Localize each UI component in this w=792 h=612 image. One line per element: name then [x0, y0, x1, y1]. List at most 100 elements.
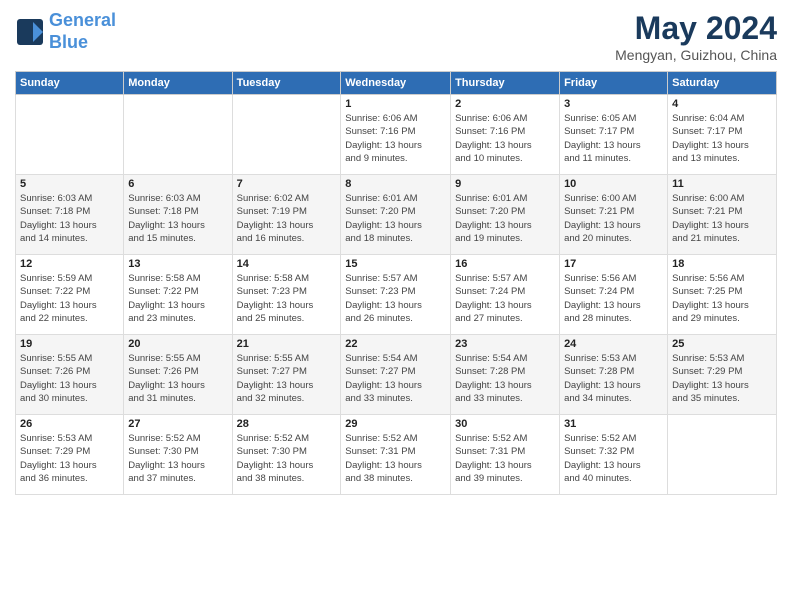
day-number: 9 [455, 178, 555, 190]
calendar-cell: 14 Sunrise: 5:58 AMSunset: 7:23 PMDayligh… [232, 255, 341, 335]
day-info: Sunrise: 5:53 AMSunset: 7:28 PMDaylight:… [564, 352, 663, 405]
day-number: 13 [128, 258, 227, 270]
calendar-cell: 27 Sunrise: 5:52 AMSunset: 7:30 PMDayligh… [124, 415, 232, 495]
day-info: Sunrise: 6:04 AMSunset: 7:17 PMDaylight:… [672, 112, 772, 165]
calendar-cell: 2 Sunrise: 6:06 AMSunset: 7:16 PMDaylight… [451, 95, 560, 175]
day-number: 29 [345, 418, 446, 430]
day-info: Sunrise: 6:00 AMSunset: 7:21 PMDaylight:… [564, 192, 663, 245]
calendar-table: Sunday Monday Tuesday Wednesday Thursday… [15, 71, 777, 495]
calendar-cell: 19 Sunrise: 5:55 AMSunset: 7:26 PMDayligh… [16, 335, 124, 415]
title-area: May 2024 Mengyan, Guizhou, China [615, 10, 777, 63]
calendar-cell: 18 Sunrise: 5:56 AMSunset: 7:25 PMDayligh… [668, 255, 777, 335]
day-number: 31 [564, 418, 663, 430]
logo: General Blue [15, 10, 116, 53]
day-number: 30 [455, 418, 555, 430]
calendar-row-0: 1 Sunrise: 6:06 AMSunset: 7:16 PMDaylight… [16, 95, 777, 175]
day-info: Sunrise: 5:58 AMSunset: 7:23 PMDaylight:… [237, 272, 337, 325]
day-info: Sunrise: 5:52 AMSunset: 7:31 PMDaylight:… [345, 432, 446, 485]
day-info: Sunrise: 5:56 AMSunset: 7:25 PMDaylight:… [672, 272, 772, 325]
page-container: General Blue May 2024 Mengyan, Guizhou, … [0, 0, 792, 505]
day-number: 18 [672, 258, 772, 270]
calendar-row-2: 12Sunrise: 5:59 AMSunset: 7:22 PMDayligh… [16, 255, 777, 335]
day-number: 15 [345, 258, 446, 270]
logo-icon [15, 17, 45, 47]
day-info: Sunrise: 6:01 AMSunset: 7:20 PMDaylight:… [345, 192, 446, 245]
header: General Blue May 2024 Mengyan, Guizhou, … [15, 10, 777, 63]
day-number: 11 [672, 178, 772, 190]
day-info: Sunrise: 6:06 AMSunset: 7:16 PMDaylight:… [455, 112, 555, 165]
day-info: Sunrise: 6:00 AMSunset: 7:21 PMDaylight:… [672, 192, 772, 245]
calendar-cell: 30 Sunrise: 5:52 AMSunset: 7:31 PMDayligh… [451, 415, 560, 495]
day-info: Sunrise: 6:01 AMSunset: 7:20 PMDaylight:… [455, 192, 555, 245]
calendar-row-4: 26 Sunrise: 5:53 AMSunset: 7:29 PMDayligh… [16, 415, 777, 495]
calendar-cell: 26 Sunrise: 5:53 AMSunset: 7:29 PMDayligh… [16, 415, 124, 495]
day-number: 8 [345, 178, 446, 190]
day-info: Sunrise: 5:52 AMSunset: 7:32 PMDaylight:… [564, 432, 663, 485]
calendar-cell: 5Sunrise: 6:03 AMSunset: 7:18 PMDaylight… [16, 175, 124, 255]
day-info: Sunrise: 5:58 AMSunset: 7:22 PMDaylight:… [128, 272, 227, 325]
day-info: Sunrise: 6:06 AMSunset: 7:16 PMDaylight:… [345, 112, 446, 165]
col-tuesday: Tuesday [232, 72, 341, 95]
calendar-cell: 13 Sunrise: 5:58 AMSunset: 7:22 PMDayligh… [124, 255, 232, 335]
day-number: 28 [237, 418, 337, 430]
day-info: Sunrise: 5:52 AMSunset: 7:31 PMDaylight:… [455, 432, 555, 485]
calendar-cell: 31 Sunrise: 5:52 AMSunset: 7:32 PMDayligh… [560, 415, 668, 495]
day-info: Sunrise: 6:03 AMSunset: 7:18 PMDaylight:… [20, 192, 119, 245]
day-number: 3 [564, 98, 663, 110]
col-friday: Friday [560, 72, 668, 95]
calendar-row-1: 5Sunrise: 6:03 AMSunset: 7:18 PMDaylight… [16, 175, 777, 255]
calendar-cell: 25Sunrise: 5:53 AMSunset: 7:29 PMDayligh… [668, 335, 777, 415]
calendar-cell: 28 Sunrise: 5:52 AMSunset: 7:30 PMDayligh… [232, 415, 341, 495]
calendar-cell: 20Sunrise: 5:55 AMSunset: 7:26 PMDayligh… [124, 335, 232, 415]
calendar-row-3: 19 Sunrise: 5:55 AMSunset: 7:26 PMDayligh… [16, 335, 777, 415]
calendar-cell [124, 95, 232, 175]
day-number: 26 [20, 418, 119, 430]
day-info: Sunrise: 5:56 AMSunset: 7:24 PMDaylight:… [564, 272, 663, 325]
day-info: Sunrise: 6:03 AMSunset: 7:18 PMDaylight:… [128, 192, 227, 245]
day-number: 19 [20, 338, 119, 350]
calendar-header-row: Sunday Monday Tuesday Wednesday Thursday… [16, 72, 777, 95]
calendar-cell: 29 Sunrise: 5:52 AMSunset: 7:31 PMDayligh… [341, 415, 451, 495]
day-number: 14 [237, 258, 337, 270]
col-monday: Monday [124, 72, 232, 95]
day-number: 27 [128, 418, 227, 430]
calendar-cell: 16 Sunrise: 5:57 AMSunset: 7:24 PMDayligh… [451, 255, 560, 335]
col-thursday: Thursday [451, 72, 560, 95]
day-info: Sunrise: 5:55 AMSunset: 7:26 PMDaylight:… [20, 352, 119, 405]
calendar-cell [16, 95, 124, 175]
calendar-cell: 9 Sunrise: 6:01 AMSunset: 7:20 PMDaylight… [451, 175, 560, 255]
day-number: 23 [455, 338, 555, 350]
calendar-cell: 22Sunrise: 5:54 AMSunset: 7:27 PMDayligh… [341, 335, 451, 415]
day-number: 25 [672, 338, 772, 350]
day-info: Sunrise: 5:54 AMSunset: 7:28 PMDaylight:… [455, 352, 555, 405]
day-info: Sunrise: 6:02 AMSunset: 7:19 PMDaylight:… [237, 192, 337, 245]
day-number: 2 [455, 98, 555, 110]
day-info: Sunrise: 5:52 AMSunset: 7:30 PMDaylight:… [237, 432, 337, 485]
day-number: 1 [345, 98, 446, 110]
calendar-cell [232, 95, 341, 175]
month-title: May 2024 [615, 10, 777, 47]
calendar-cell: 1 Sunrise: 6:06 AMSunset: 7:16 PMDaylight… [341, 95, 451, 175]
day-info: Sunrise: 5:53 AMSunset: 7:29 PMDaylight:… [20, 432, 119, 485]
col-saturday: Saturday [668, 72, 777, 95]
day-number: 22 [345, 338, 446, 350]
calendar-cell: 3 Sunrise: 6:05 AMSunset: 7:17 PMDaylight… [560, 95, 668, 175]
col-wednesday: Wednesday [341, 72, 451, 95]
calendar-cell [668, 415, 777, 495]
day-info: Sunrise: 5:52 AMSunset: 7:30 PMDaylight:… [128, 432, 227, 485]
calendar-cell: 12Sunrise: 5:59 AMSunset: 7:22 PMDayligh… [16, 255, 124, 335]
calendar-cell: 15Sunrise: 5:57 AMSunset: 7:23 PMDayligh… [341, 255, 451, 335]
logo-text: General Blue [49, 10, 116, 53]
day-info: Sunrise: 5:57 AMSunset: 7:24 PMDaylight:… [455, 272, 555, 325]
calendar-cell: 4 Sunrise: 6:04 AMSunset: 7:17 PMDaylight… [668, 95, 777, 175]
day-number: 6 [128, 178, 227, 190]
calendar-cell: 8 Sunrise: 6:01 AMSunset: 7:20 PMDaylight… [341, 175, 451, 255]
col-sunday: Sunday [16, 72, 124, 95]
calendar-cell: 17Sunrise: 5:56 AMSunset: 7:24 PMDayligh… [560, 255, 668, 335]
day-number: 21 [237, 338, 337, 350]
calendar-cell: 6 Sunrise: 6:03 AMSunset: 7:18 PMDaylight… [124, 175, 232, 255]
calendar-cell: 23 Sunrise: 5:54 AMSunset: 7:28 PMDayligh… [451, 335, 560, 415]
day-info: Sunrise: 6:05 AMSunset: 7:17 PMDaylight:… [564, 112, 663, 165]
day-number: 4 [672, 98, 772, 110]
day-number: 16 [455, 258, 555, 270]
